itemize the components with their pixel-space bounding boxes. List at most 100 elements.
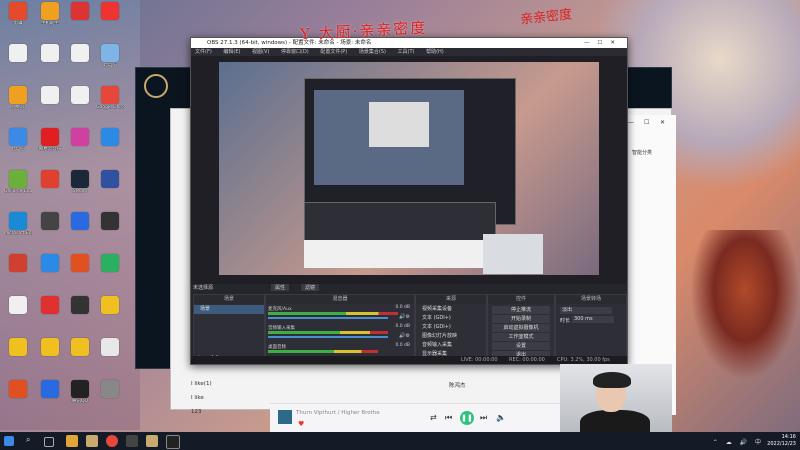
pause-button[interactable]: ❚❚ (460, 411, 474, 425)
desktop-icon[interactable] (66, 254, 94, 273)
studio-mode-button[interactable]: 工作室模式 (492, 333, 550, 341)
desktop-icon[interactable] (36, 44, 64, 63)
desktop-icon[interactable] (96, 2, 124, 21)
volume-slider[interactable] (268, 317, 388, 319)
desktop-icon[interactable]: Microsoft Edge (4, 212, 32, 236)
desktop-icon[interactable] (66, 296, 94, 315)
desktop-icon[interactable] (66, 212, 94, 231)
desktop-icon[interactable] (66, 128, 94, 147)
desktop-icon[interactable] (96, 170, 124, 189)
list-item[interactable]: 123 (191, 409, 202, 415)
desktop-icon[interactable]: Steam (66, 170, 94, 194)
previous-icon[interactable]: ⏮ (445, 413, 452, 423)
transition-select[interactable]: 淡出 (560, 307, 612, 314)
app-icon (101, 254, 119, 272)
clock[interactable]: 14:16 2022/12/23 (767, 434, 796, 448)
desktop-icon[interactable]: 剪辑 (4, 2, 32, 26)
menu-tools[interactable]: 工具(T) (398, 49, 415, 55)
menu-docks[interactable]: 停靠窗口(D) (281, 49, 309, 55)
obs-docks: 未选择源 属性 滤镜 场景 场景 ＋ − ˄ ˅ 混音器 麦克风/Aux 0.0… (191, 284, 627, 364)
desktop-icon[interactable] (4, 44, 32, 63)
desktop-icon[interactable]: 网易云音乐 (36, 128, 64, 152)
taskbar-app-chrome[interactable] (106, 435, 118, 447)
desktop-icon[interactable]: 此电脑 (4, 128, 32, 152)
desktop-icon[interactable] (4, 380, 32, 399)
desktop-icon[interactable]: 腾讯QQ (66, 380, 94, 404)
desktop-icon[interactable] (66, 2, 94, 21)
menu-scene-collection[interactable]: 场景集合(S) (359, 49, 386, 55)
volume-icon[interactable]: 🔈 (496, 413, 506, 422)
desktop-icon[interactable] (96, 254, 124, 273)
source-item[interactable]: 文本 (GDI+) (416, 323, 486, 332)
app-icon (71, 170, 89, 188)
desktop-icon[interactable] (4, 338, 32, 357)
filters-button[interactable]: 滤镜 (301, 284, 320, 291)
start-icon[interactable] (4, 436, 14, 446)
taskbar-app-league-2[interactable] (146, 435, 158, 447)
list-item[interactable]: I like(1) (191, 381, 212, 387)
source-item[interactable]: 文本 (GDI+) (416, 314, 486, 323)
menu-profile[interactable]: 配置文件(P) (320, 49, 347, 55)
desktop-icon[interactable]: GeForce Experience (4, 170, 32, 194)
taskbar-app-league[interactable] (86, 435, 98, 447)
stop-stream-button[interactable]: 停止推流 (492, 306, 550, 314)
desktop-icon[interactable]: Google Chrome (96, 86, 124, 110)
scene-item[interactable]: 场景 (194, 305, 264, 314)
search-icon[interactable]: ⌕ (26, 435, 38, 447)
desktop-icon[interactable] (96, 128, 124, 147)
desktop-icon[interactable] (96, 380, 124, 399)
desktop-icon[interactable] (96, 212, 124, 231)
source-item[interactable]: 音频输入采集 (416, 341, 486, 350)
desktop-icon[interactable] (36, 86, 64, 105)
menu-file[interactable]: 文件(F) (195, 49, 212, 55)
menu-help[interactable]: 帮助(H) (426, 49, 444, 55)
album-cover[interactable] (278, 410, 292, 424)
mixer-header: 混音器 (266, 295, 414, 304)
start-recording-button[interactable]: 开始录制 (492, 315, 550, 323)
heart-icon[interactable]: ♥ (298, 420, 304, 428)
desktop-icon[interactable] (4, 254, 32, 273)
desktop-icon[interactable] (96, 296, 124, 315)
minimize-icon[interactable]: — (628, 119, 634, 126)
desktop-icon[interactable] (36, 212, 64, 231)
window-controls[interactable]: —☐✕ (584, 38, 623, 48)
shuffle-icon[interactable]: ⇄ (430, 413, 437, 422)
app-icon (71, 296, 89, 314)
desktop-icon[interactable] (36, 338, 64, 357)
desktop-icon[interactable] (36, 380, 64, 399)
source-item[interactable]: 图像幻灯片放映 (416, 332, 486, 341)
volume-slider[interactable] (268, 336, 388, 338)
close-icon[interactable]: ✕ (660, 119, 665, 126)
virtual-camera-button[interactable]: 启动虚拟摄像机 (492, 324, 550, 332)
desktop-icon[interactable] (36, 296, 64, 315)
obs-preview[interactable] (219, 62, 599, 275)
speaker-icon[interactable]: 🔊⚙ (399, 314, 410, 320)
desktop-icon[interactable] (66, 86, 94, 105)
desktop-icon[interactable] (4, 296, 32, 315)
desktop-icon[interactable] (36, 170, 64, 189)
desktop-icon[interactable]: 此电脑 (96, 44, 124, 68)
properties-button[interactable]: 属性 (271, 284, 290, 291)
next-icon[interactable]: ⏭ (480, 413, 487, 423)
list-item[interactable]: I like (191, 395, 204, 401)
taskbar-app-obs[interactable] (126, 435, 138, 447)
maximize-icon[interactable]: ☐ (644, 119, 649, 126)
desktop-icon[interactable] (66, 338, 94, 357)
menu-edit[interactable]: 编辑(E) (223, 49, 240, 55)
desktop-icon[interactable]: 网易UU (4, 86, 32, 110)
desktop-icon[interactable] (96, 338, 124, 357)
duration-input[interactable]: 300 ms (572, 316, 614, 323)
taskbar-app-music[interactable] (166, 435, 180, 449)
desktop-icon[interactable] (66, 44, 94, 63)
speaker-icon[interactable]: 🔊⚙ (399, 333, 410, 339)
panel-title: 智能分类 (632, 150, 653, 156)
taskbar-app-explorer[interactable] (66, 435, 78, 447)
system-tray-icons[interactable]: ⌃ ☁ 🔊 中 (713, 437, 764, 446)
desktop-icon[interactable]: 手机助手 (36, 2, 64, 26)
transitions-header: 场景转场 (556, 295, 626, 304)
task-view-icon[interactable] (44, 437, 54, 447)
source-item[interactable]: 视频采集设备 (416, 305, 486, 314)
settings-button[interactable]: 设置 (492, 342, 550, 350)
desktop-icon[interactable] (36, 254, 64, 273)
menu-view[interactable]: 视图(V) (252, 49, 269, 55)
